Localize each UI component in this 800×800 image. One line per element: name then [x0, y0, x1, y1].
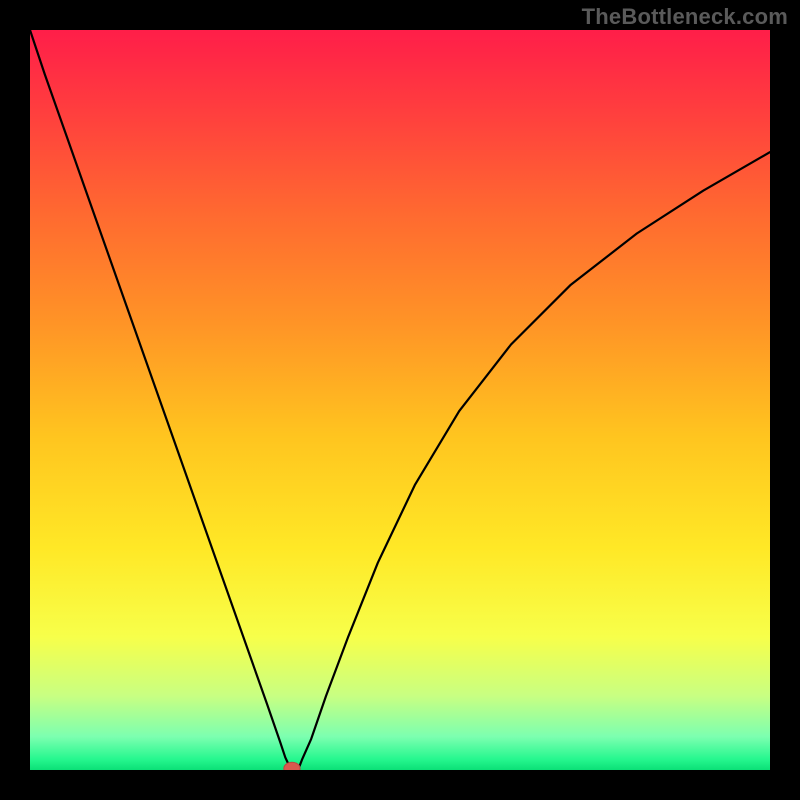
- plot-area: [30, 30, 770, 770]
- watermark-text: TheBottleneck.com: [582, 4, 788, 30]
- chart-svg: [30, 30, 770, 770]
- gradient-background: [30, 30, 770, 770]
- chart-frame: TheBottleneck.com: [0, 0, 800, 800]
